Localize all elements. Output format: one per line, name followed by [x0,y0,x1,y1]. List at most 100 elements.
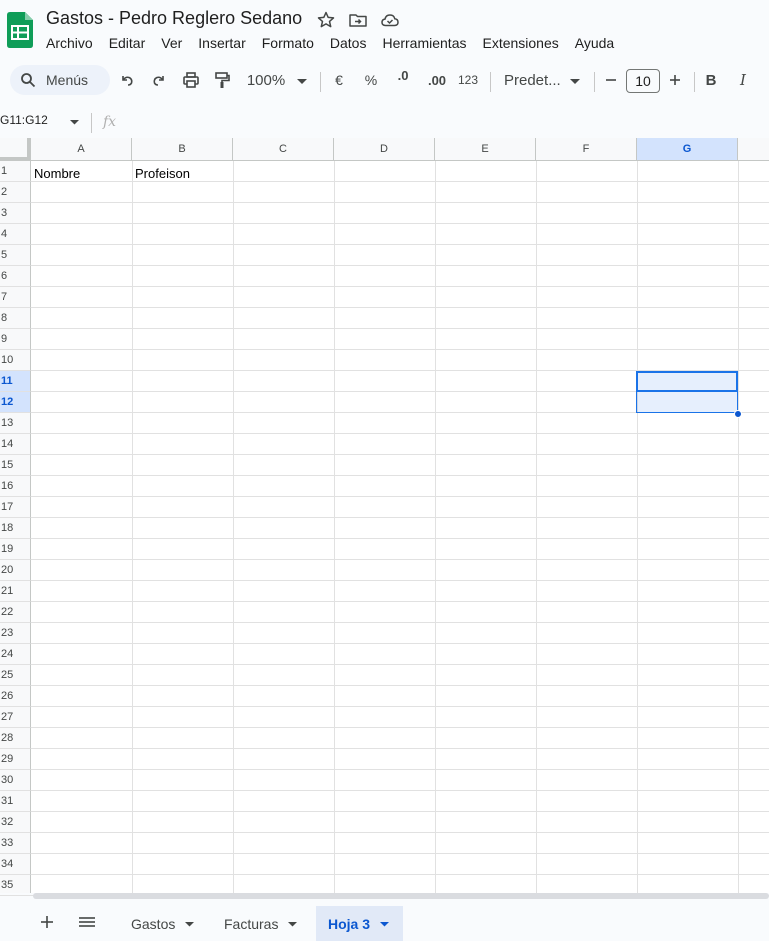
sheets-logo-icon[interactable] [7,12,33,48]
menu-herramientas[interactable]: Herramientas [376,33,472,53]
name-box-chevron-down-icon[interactable] [70,120,79,125]
font-size-input[interactable]: 10 [626,69,660,93]
font-chevron-down-icon[interactable] [570,79,580,85]
sheet-tab-hoja-3[interactable]: Hoja 3 [316,906,403,941]
row-header-30[interactable]: 30 [0,770,31,791]
row-header-19[interactable]: 19 [0,539,31,560]
zoom-chevron-down-icon[interactable] [297,79,307,85]
row-header-13[interactable]: 13 [0,413,31,434]
row-gridline [31,622,769,623]
paint-format-button[interactable] [212,68,232,92]
column-header-a[interactable]: A [31,138,132,161]
row-header-20[interactable]: 20 [0,560,31,581]
sheet-tab-gastos[interactable]: Gastos [119,906,206,941]
menu-insertar[interactable]: Insertar [192,33,251,53]
row-header-21[interactable]: 21 [0,581,31,602]
row-header-3[interactable]: 3 [0,203,31,224]
row-header-10[interactable]: 10 [0,350,31,371]
row-header-33[interactable]: 33 [0,833,31,854]
column-header-d[interactable]: D [334,138,435,161]
cloud-saved-icon[interactable] [380,10,400,30]
menu-editar[interactable]: Editar [103,33,152,53]
row-header-35[interactable]: 35 [0,875,31,893]
row-header-29[interactable]: 29 [0,749,31,770]
menu-search[interactable]: Menús [10,65,110,95]
star-icon[interactable] [316,10,336,30]
menu-ayuda[interactable]: Ayuda [569,33,620,53]
decrease-decimals-button[interactable]: .0 [391,68,415,92]
increase-decimals-button[interactable]: .00 [424,68,450,92]
column-header-g[interactable]: G [637,138,738,161]
column-header-e[interactable]: E [435,138,536,161]
select-all-corner[interactable] [0,138,31,161]
row-header-18[interactable]: 18 [0,518,31,539]
menu-datos[interactable]: Datos [324,33,373,53]
row-gridline [31,496,769,497]
row-header-28[interactable]: 28 [0,728,31,749]
decrease-decimals-label: .0 [397,68,409,83]
row-gridline [31,454,769,455]
row-header-9[interactable]: 9 [0,329,31,350]
font-family-select[interactable]: Predet... [500,68,564,92]
row-header-11[interactable]: 11 [0,371,31,392]
row-header-26[interactable]: 26 [0,686,31,707]
chevron-down-icon[interactable] [288,921,298,927]
row-gridline [31,748,769,749]
row-header-14[interactable]: 14 [0,434,31,455]
cell-a1[interactable]: Nombre [34,166,80,181]
move-folder-icon[interactable] [348,10,368,30]
row-header-15[interactable]: 15 [0,455,31,476]
currency-format-button[interactable]: € [329,68,349,92]
column-header-partial[interactable] [738,138,769,161]
column-header-c[interactable]: C [233,138,334,161]
chevron-down-icon[interactable] [380,921,390,927]
menu-archivo[interactable]: Archivo [40,33,99,53]
column-header-f[interactable]: F [536,138,637,161]
row-header-12[interactable]: 12 [0,392,31,413]
sheet-tab-facturas[interactable]: Facturas [212,906,309,941]
row-header-4[interactable]: 4 [0,224,31,245]
name-box[interactable]: G11:G12 [0,113,48,127]
row-header-6[interactable]: 6 [0,266,31,287]
row-header-25[interactable]: 25 [0,665,31,686]
row-header-2[interactable]: 2 [0,182,31,203]
all-sheets-button[interactable] [75,910,99,934]
row-header-31[interactable]: 31 [0,791,31,812]
print-button[interactable] [180,68,202,92]
undo-button[interactable] [117,68,137,92]
percent-format-button[interactable]: % [361,68,381,92]
zoom-select[interactable]: 100% [244,68,288,92]
menu-formato[interactable]: Formato [256,33,320,53]
row-gridline [31,328,769,329]
row-header-22[interactable]: 22 [0,602,31,623]
spreadsheet-grid[interactable]: ABCDEFG 1 2 3 4 5 6 7 8 9 10 11 12 13 14 15 16 17 18 19 20 2… [0,138,769,893]
bold-button[interactable]: B [701,68,721,92]
row-header-7[interactable]: 7 [0,287,31,308]
row-header-8[interactable]: 8 [0,308,31,329]
number-format-button[interactable]: 123 [456,68,480,92]
row-header-27[interactable]: 27 [0,707,31,728]
row-header-32[interactable]: 32 [0,812,31,833]
chevron-down-icon[interactable] [185,921,195,927]
menu-extensiones[interactable]: Extensiones [476,33,564,53]
document-title[interactable]: Gastos - Pedro Reglero Sedano [46,8,302,29]
row-header-34[interactable]: 34 [0,854,31,875]
row-header-1[interactable]: 1 [0,161,31,182]
decrease-font-size-button[interactable] [601,68,621,92]
redo-button[interactable] [149,68,169,92]
row-header-5[interactable]: 5 [0,245,31,266]
add-sheet-button[interactable] [35,910,59,934]
increase-font-size-button[interactable] [665,68,685,92]
cell-b1[interactable]: Profeison [135,166,190,181]
italic-button[interactable]: I [733,68,753,92]
row-header-17[interactable]: 17 [0,497,31,518]
active-cell[interactable] [636,371,738,392]
menu-ver[interactable]: Ver [155,33,188,53]
horizontal-scrollbar[interactable] [33,893,769,899]
column-header-b[interactable]: B [132,138,233,161]
row-header-16[interactable]: 16 [0,476,31,497]
row-header-23[interactable]: 23 [0,623,31,644]
fill-handle[interactable] [734,410,742,418]
toolbar-divider [694,72,695,92]
row-header-24[interactable]: 24 [0,644,31,665]
